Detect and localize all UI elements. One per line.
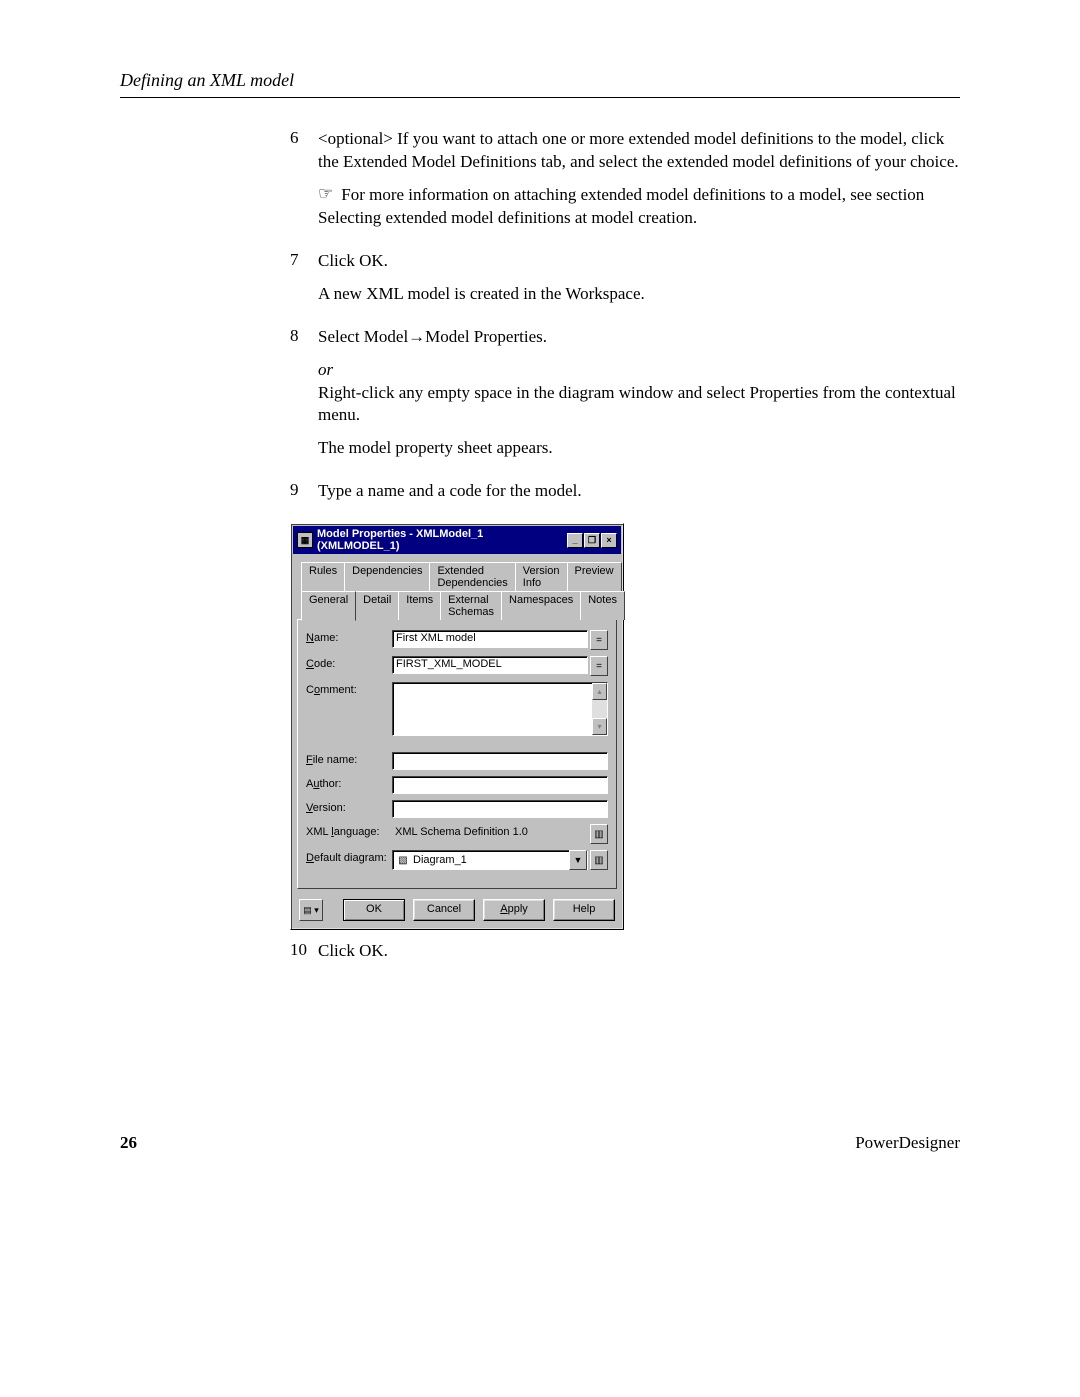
properties-icon[interactable]: ▥ <box>590 824 608 844</box>
step-number: 9 <box>290 480 318 513</box>
tab-detail[interactable]: Detail <box>355 591 399 620</box>
tab-version-info[interactable]: Version Info <box>515 562 568 591</box>
default-diagram-combo[interactable]: ▧ Diagram_1 ▼ <box>392 850 588 870</box>
comment-label: Comment: <box>306 682 392 696</box>
menu-button[interactable]: ▤ ▾ <box>299 899 323 921</box>
dialog-footer: ▤ ▾ OK Cancel Apply Help <box>291 893 623 929</box>
step-text: A new XML model is created in the Worksp… <box>318 283 960 306</box>
steps-list: 6 <optional> If you want to attach one o… <box>290 128 960 513</box>
tab-namespaces[interactable]: Namespaces <box>501 591 581 620</box>
help-button[interactable]: Help <box>553 899 615 921</box>
or-text: or <box>318 359 960 382</box>
filename-input[interactable] <box>392 752 608 770</box>
tabs-row-back: Rules Dependencies Extended Dependencies… <box>297 562 617 591</box>
author-label: Author: <box>306 776 392 790</box>
name-label: Name: <box>306 630 392 644</box>
general-tab-panel: Name: First XML model = Code: FIRST_XML_… <box>297 619 617 889</box>
menu-icon: ▤ <box>303 905 312 916</box>
xml-language-label: XML language: <box>306 824 392 838</box>
chevron-down-icon: ▾ <box>314 905 319 916</box>
step-6: 6 <optional> If you want to attach one o… <box>290 128 960 240</box>
step-text: <optional> If you want to attach one or … <box>318 128 960 174</box>
restore-button[interactable]: ❐ <box>584 533 600 548</box>
page-header: Defining an XML model <box>120 70 960 98</box>
cancel-button[interactable]: Cancel <box>413 899 475 921</box>
step-9: 9 Type a name and a code for the model. <box>290 480 960 513</box>
note-icon: ☞ <box>318 183 333 206</box>
step-7: 7 Click OK. A new XML model is created i… <box>290 250 960 316</box>
equals-button[interactable]: = <box>590 630 608 650</box>
scroll-up-icon[interactable]: ▴ <box>592 683 607 700</box>
step-text: Type a name and a code for the model. <box>318 480 960 503</box>
tab-rules[interactable]: Rules <box>301 562 345 591</box>
tab-notes[interactable]: Notes <box>580 591 625 620</box>
ok-button[interactable]: OK <box>343 899 405 921</box>
dialog-title: Model Properties - XMLModel_1 (XMLMODEL_… <box>317 528 567 552</box>
tab-dependencies[interactable]: Dependencies <box>344 562 430 591</box>
apply-button[interactable]: Apply <box>483 899 545 921</box>
code-label: Code: <box>306 656 392 670</box>
step-number: 7 <box>290 250 318 316</box>
close-button[interactable]: × <box>601 533 617 548</box>
diagram-icon: ▧ <box>396 853 410 867</box>
product-name: PowerDesigner <box>855 1133 960 1153</box>
optional-tag: <optional> <box>318 129 393 148</box>
step-number: 8 <box>290 326 318 471</box>
filename-label: File name: <box>306 752 392 766</box>
dialog-titlebar: ▦ Model Properties - XMLModel_1 (XMLMODE… <box>293 526 621 554</box>
tab-items[interactable]: Items <box>398 591 441 620</box>
app-icon: ▦ <box>297 532 313 548</box>
page-footer: 26 PowerDesigner <box>120 1133 960 1153</box>
version-input[interactable] <box>392 800 608 818</box>
step-8: 8 Select Model→Model Properties. or Righ… <box>290 326 960 471</box>
tab-preview[interactable]: Preview <box>567 562 622 591</box>
step-text: Right-click any empty space in the diagr… <box>318 382 960 428</box>
default-diagram-label: Default diagram: <box>306 850 392 864</box>
step-number: 10 <box>290 940 318 973</box>
code-input[interactable]: FIRST_XML_MODEL <box>392 656 588 674</box>
step-number: 6 <box>290 128 318 240</box>
name-input[interactable]: First XML model <box>392 630 588 648</box>
author-input[interactable] <box>392 776 608 794</box>
xml-language-value: XML Schema Definition 1.0 <box>392 824 588 840</box>
step-text: Click OK. <box>318 250 960 273</box>
step-text: The model property sheet appears. <box>318 437 960 460</box>
tabs-row-front: General Detail Items External Schemas Na… <box>297 591 617 620</box>
tab-general[interactable]: General <box>301 591 356 621</box>
tab-extended-dependencies[interactable]: Extended Dependencies <box>429 562 515 591</box>
step-10: 10 Click OK. <box>290 940 960 973</box>
properties-icon[interactable]: ▥ <box>590 850 608 870</box>
scroll-track[interactable] <box>592 700 607 718</box>
scrollbar[interactable]: ▴ ▾ <box>592 682 608 736</box>
chevron-down-icon[interactable]: ▼ <box>569 850 587 870</box>
minimize-button[interactable]: _ <box>567 533 583 548</box>
model-properties-dialog: ▦ Model Properties - XMLModel_1 (XMLMODE… <box>290 523 624 930</box>
version-label: Version: <box>306 800 392 814</box>
default-diagram-value: Diagram_1 <box>413 854 569 866</box>
step-text: Select Model→Model Properties. <box>318 326 960 349</box>
step-text-body: If you want to attach one or more extend… <box>318 129 959 171</box>
comment-textarea[interactable] <box>392 682 592 736</box>
note-text: For more information on attaching extend… <box>318 185 924 227</box>
page-number: 26 <box>120 1133 137 1153</box>
step-text: Click OK. <box>318 940 960 963</box>
scroll-down-icon[interactable]: ▾ <box>592 718 607 735</box>
equals-button[interactable]: = <box>590 656 608 676</box>
tab-external-schemas[interactable]: External Schemas <box>440 591 502 620</box>
step-note: ☞For more information on attaching exten… <box>318 184 960 230</box>
